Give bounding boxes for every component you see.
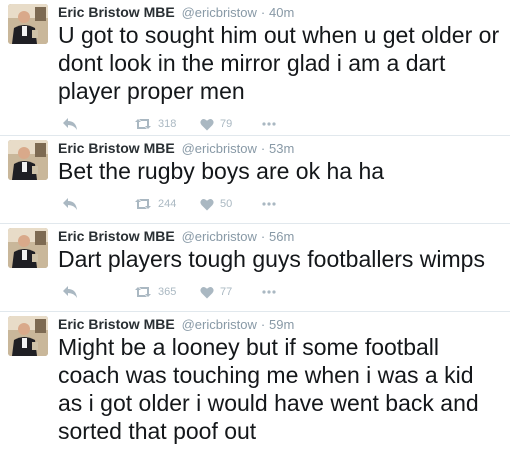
- tweet-actions: 244 50: [58, 193, 502, 215]
- tweet[interactable]: Eric Bristow MBE @ericbristow · 40m U go…: [0, 0, 510, 136]
- display-name[interactable]: Eric Bristow MBE: [58, 316, 175, 332]
- retweet-icon: [134, 118, 152, 130]
- avatar[interactable]: [8, 316, 48, 356]
- heart-icon: [200, 286, 214, 299]
- more-options-button[interactable]: [262, 122, 292, 126]
- more-dots-icon: [262, 202, 276, 206]
- tweet-actions: 318 79: [58, 113, 502, 135]
- user-handle[interactable]: @ericbristow: [182, 317, 257, 332]
- more-options-button[interactable]: [262, 290, 292, 294]
- tweet-actions: 365 77: [58, 281, 502, 303]
- reply-icon: [62, 117, 78, 131]
- timestamp[interactable]: 40m: [269, 5, 294, 20]
- reply-button[interactable]: [62, 285, 132, 299]
- display-name[interactable]: Eric Bristow MBE: [58, 228, 175, 244]
- user-handle[interactable]: @ericbristow: [182, 141, 257, 156]
- reply-icon: [62, 285, 78, 299]
- meta-separator: ·: [260, 141, 266, 156]
- display-name[interactable]: Eric Bristow MBE: [58, 4, 175, 20]
- timestamp[interactable]: 59m: [269, 317, 294, 332]
- retweet-icon: [134, 198, 152, 210]
- timestamp[interactable]: 53m: [269, 141, 294, 156]
- more-dots-icon: [262, 290, 276, 294]
- like-count: 77: [220, 286, 233, 298]
- heart-icon: [200, 118, 214, 131]
- like-count: 50: [220, 198, 233, 210]
- avatar[interactable]: [8, 4, 48, 44]
- user-handle[interactable]: @ericbristow: [182, 5, 257, 20]
- tweet-header: Eric Bristow MBE @ericbristow · 40m: [58, 2, 502, 22]
- reply-button[interactable]: [62, 197, 132, 211]
- display-name[interactable]: Eric Bristow MBE: [58, 140, 175, 156]
- more-dots-icon: [262, 122, 276, 126]
- tweet[interactable]: Eric Bristow MBE @ericbristow · 53m Bet …: [0, 136, 510, 224]
- like-button[interactable]: 79: [200, 118, 262, 131]
- more-options-button[interactable]: [262, 202, 292, 206]
- timestamp[interactable]: 56m: [269, 229, 294, 244]
- retweet-count: 244: [158, 198, 177, 210]
- retweet-count: 365: [158, 286, 177, 298]
- tweet-header: Eric Bristow MBE @ericbristow · 56m: [58, 226, 502, 246]
- reply-icon: [62, 197, 78, 211]
- avatar[interactable]: [8, 228, 48, 268]
- retweet-button[interactable]: 244: [134, 198, 200, 210]
- meta-separator: ·: [260, 5, 266, 20]
- tweet-timeline: Eric Bristow MBE @ericbristow · 40m U go…: [0, 0, 510, 457]
- avatar[interactable]: [8, 140, 48, 180]
- tweet-text: Might be a looney but if some football c…: [58, 334, 479, 444]
- tweet-text: Dart players tough guys footballers wimp…: [58, 246, 485, 272]
- retweet-count: 318: [158, 118, 177, 130]
- meta-separator: ·: [260, 317, 266, 332]
- heart-icon: [200, 198, 214, 211]
- like-button[interactable]: 77: [200, 286, 262, 299]
- meta-separator: ·: [260, 229, 266, 244]
- tweet-header: Eric Bristow MBE @ericbristow · 59m: [58, 314, 502, 334]
- like-count: 79: [220, 118, 233, 130]
- user-handle[interactable]: @ericbristow: [182, 229, 257, 244]
- tweet[interactable]: Eric Bristow MBE @ericbristow · 56m Dart…: [0, 224, 510, 312]
- tweet-header: Eric Bristow MBE @ericbristow · 53m: [58, 138, 502, 158]
- reply-button[interactable]: [62, 117, 132, 131]
- retweet-button[interactable]: 365: [134, 286, 200, 298]
- like-button[interactable]: 50: [200, 198, 262, 211]
- tweet-text: Bet the rugby boys are ok ha ha: [58, 158, 385, 184]
- tweet[interactable]: Eric Bristow MBE @ericbristow · 59m Migh…: [0, 312, 510, 457]
- tweet-text: U got to sought him out when u get older…: [58, 22, 500, 104]
- retweet-icon: [134, 286, 152, 298]
- retweet-button[interactable]: 318: [134, 118, 200, 130]
